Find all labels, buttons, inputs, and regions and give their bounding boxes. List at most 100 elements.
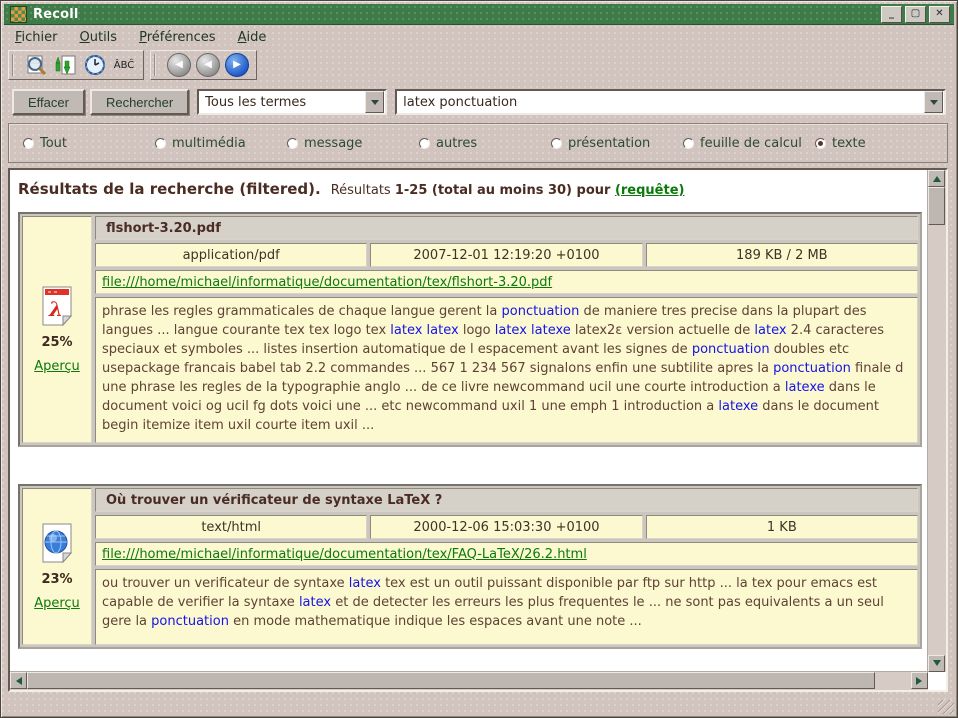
highlighted-term: ponctuation [151,614,229,629]
toolbar-group-tools: ÂBĈ [8,50,144,80]
scroll-right-icon[interactable] [911,672,928,689]
horizontal-scrollbar[interactable] [10,671,928,690]
toolbar-handle[interactable] [154,54,160,76]
result-url-link[interactable]: file:///home/michael/informatique/docume… [102,547,587,562]
title-bar[interactable]: Recoll _ ▢ ✕ [4,4,954,25]
filter-radio-texte[interactable]: texte [815,136,866,151]
document-history-icon[interactable] [82,53,108,77]
filter-radio-label: feuille de calcul [700,136,802,151]
category-filter-bar: Tout multimédia message autres présentation f… [8,123,948,163]
vertical-scrollbar-thumb[interactable] [928,187,945,225]
html-file-icon [40,523,74,563]
result-side-panel: λ 25% Aperçu [22,216,92,443]
filter-radio-label: Tout [40,136,67,151]
highlighted-term: latex [349,576,381,591]
result-card: λ 25% Aperçu flshort-3.20.pdf applicatio… [18,212,922,447]
radio-icon[interactable] [815,138,826,149]
sort-parameters-icon[interactable] [53,53,79,77]
menu-item-aide[interactable]: Aide [229,29,276,46]
results-heading: Résultats de la recherche (filtered).Rés… [18,180,928,198]
html-file-icon [40,523,74,563]
query-link[interactable]: (requête) [615,183,685,198]
toolbar: ÂBĈ ◀ ◀ ▶ [8,50,257,80]
result-title: Où trouver un vérificateur de syntaxe La… [95,488,918,512]
highlighted-term: latex [754,323,786,338]
next-page-icon[interactable]: ▶ [224,53,250,77]
chevron-down-icon[interactable] [365,91,384,113]
search-row: Effacer Rechercher Tous les termes [12,89,946,115]
filter-radio-presentation[interactable]: présentation [551,136,683,151]
highlighted-term: ponctuation [692,342,770,357]
filter-radio-feuille-de-calcul[interactable]: feuille de calcul [683,136,815,151]
highlighted-term: latex [299,595,331,610]
scroll-left-icon[interactable] [10,672,27,689]
highlighted-term: ponctuation [502,304,580,319]
clear-button[interactable]: Effacer [12,89,85,115]
search-mode-select[interactable]: Tous les termes [197,89,387,115]
resize-grip[interactable] [938,700,954,714]
result-date: 2000-12-06 15:03:30 +0100 [370,515,642,539]
maximize-button[interactable]: ▢ [905,6,926,23]
filter-radio-tout[interactable]: Tout [23,136,155,151]
first-page-icon[interactable]: ◀ [166,53,192,77]
filter-radio-label: multimédia [172,136,246,151]
menu-item-preferences[interactable]: Préférences [130,29,224,46]
result-card: 23% Aperçu Où trouver un vérificateur de… [18,484,922,649]
advanced-search-icon[interactable] [24,53,50,77]
preview-link[interactable]: Aperçu [34,596,80,611]
radio-icon[interactable] [551,138,562,149]
search-input[interactable] [397,95,924,110]
result-side-panel: 23% Aperçu [22,488,92,645]
horizontal-scrollbar-thumb[interactable] [27,672,875,689]
results-count: 1-25 (total au moins 30) pour [395,183,615,198]
search-button[interactable]: Rechercher [90,89,189,115]
chevron-down-icon[interactable] [924,91,943,113]
result-size: 189 KB / 2 MB [646,243,918,267]
search-query-combo[interactable] [395,89,946,115]
filter-radio-label: message [304,136,362,151]
result-snippet: phrase les regles grammaticales de chaqu… [95,297,918,443]
toolbar-group-nav: ◀ ◀ ▶ [150,50,257,80]
filter-radio-message[interactable]: message [287,136,419,151]
radio-icon[interactable] [155,138,166,149]
result-url-link[interactable]: file:///home/michael/informatique/docume… [102,275,552,290]
result-date: 2007-12-01 12:19:20 +0100 [370,243,642,267]
close-button[interactable]: ✕ [929,6,950,23]
radio-icon[interactable] [419,138,430,149]
menu-bar: FichierOutilsPréférences Aide [6,27,952,47]
filter-radio-label: autres [436,136,477,151]
svg-text:λ: λ [48,297,63,321]
radio-icon[interactable] [683,138,694,149]
pdf-file-icon: λ [40,286,74,326]
results-count-prefix: Résultats [331,183,395,198]
highlighted-term: latexe [785,380,825,395]
menu-item-outils[interactable]: Outils [71,29,127,46]
app-icon [10,6,27,23]
filter-radio-label: présentation [568,136,650,151]
previous-page-icon[interactable]: ◀ [195,53,221,77]
relevance-percent: 23% [41,572,72,587]
window-title: Recoll [33,7,79,22]
highlighted-term: latexe [718,399,758,414]
highlighted-term: ponctuation [773,361,851,376]
search-mode-value: Tous les termes [199,95,365,110]
result-size: 1 KB [646,515,918,539]
filter-radio-multimedia[interactable]: multimédia [155,136,287,151]
toolbar-handle[interactable] [12,54,18,76]
minimize-button[interactable]: _ [881,6,902,23]
result-mimetype: application/pdf [95,243,367,267]
scrollbar-track [875,672,911,690]
result-snippet: ou trouver un verificateur de syntaxe la… [95,569,918,645]
highlighted-term: latex latexe [495,323,571,338]
filter-radio-autres[interactable]: autres [419,136,551,151]
term-explorer-icon[interactable]: ÂBĈ [111,53,137,77]
pdf-file-icon: λ [40,286,74,326]
vertical-scrollbar[interactable] [927,170,946,672]
menu-item-fichier[interactable]: Fichier [6,29,67,46]
scroll-down-icon[interactable] [928,655,945,672]
preview-link[interactable]: Aperçu [34,359,80,374]
result-mimetype: text/html [95,515,367,539]
radio-icon[interactable] [287,138,298,149]
radio-icon[interactable] [23,138,34,149]
scroll-up-icon[interactable] [928,170,945,187]
